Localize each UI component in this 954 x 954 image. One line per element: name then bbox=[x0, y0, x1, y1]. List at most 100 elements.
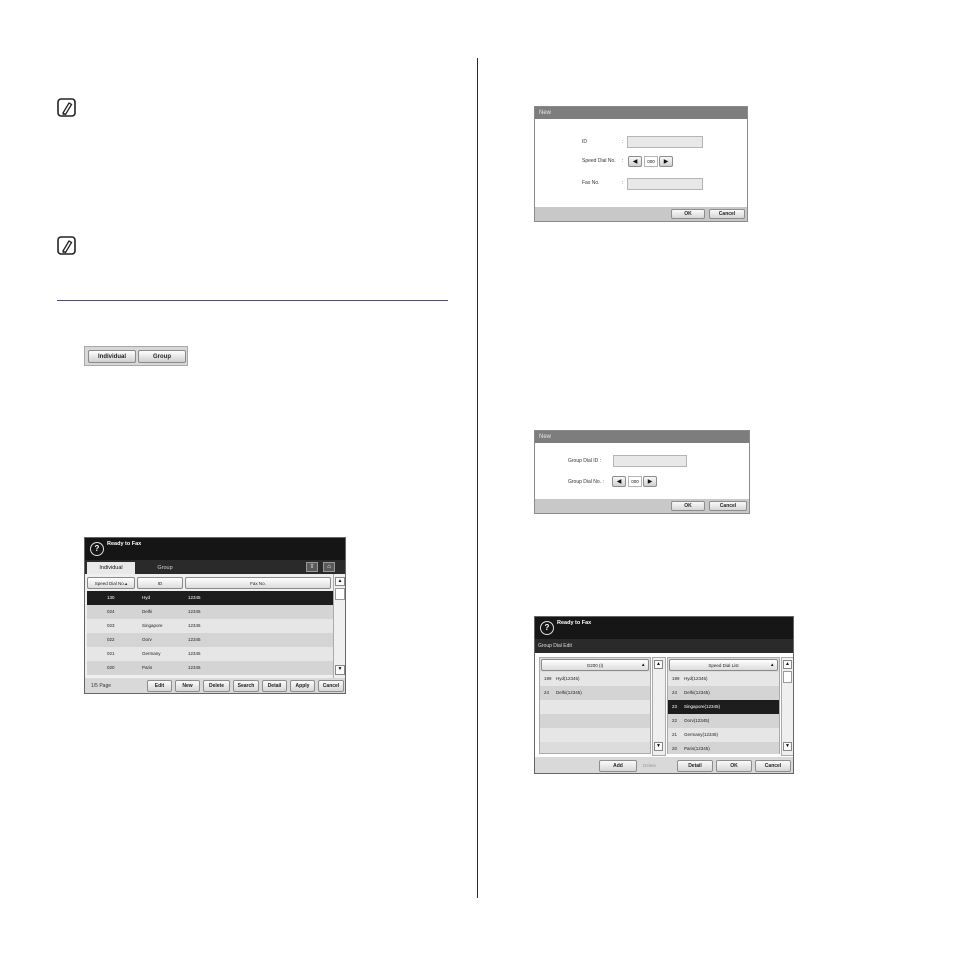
item-text: Oorv(12345) bbox=[684, 718, 710, 723]
scroll-down-icon[interactable]: ▼ bbox=[783, 742, 792, 751]
list-item[interactable]: 199 Hyd(12345) bbox=[668, 672, 779, 686]
tab-bar: Individual Group ⇧ ⌂ bbox=[85, 560, 345, 574]
item-num: 199 bbox=[672, 676, 680, 681]
item-num: 24 bbox=[672, 690, 678, 695]
item-num: 21 bbox=[672, 732, 678, 737]
right-scrollbar[interactable]: ▲ ▼ bbox=[781, 657, 793, 756]
cell-fax: 12345 bbox=[188, 595, 201, 600]
cell-id: Germany bbox=[142, 651, 161, 656]
tab-group[interactable]: Group bbox=[138, 350, 186, 363]
cancel-button[interactable]: Cancel bbox=[318, 680, 344, 692]
group-dial-no-label: Group Dial No. : bbox=[568, 479, 604, 485]
speed-dial-value[interactable]: 000 bbox=[644, 156, 658, 167]
right-list-header[interactable]: Speed Dial List bbox=[669, 659, 778, 671]
increment-button[interactable]: ▶ bbox=[659, 156, 673, 167]
list-item[interactable]: 199 Hyd(12345) bbox=[540, 672, 650, 686]
id-field[interactable] bbox=[627, 136, 703, 148]
ok-button[interactable]: OK bbox=[716, 760, 752, 772]
column-divider bbox=[477, 58, 478, 898]
list-item[interactable]: 20 Paris(12345) bbox=[668, 742, 779, 754]
scroll-up-icon[interactable]: ▲ bbox=[654, 660, 663, 669]
apply-button[interactable]: Apply bbox=[290, 680, 315, 692]
decrement-button[interactable]: ◀ bbox=[612, 476, 626, 487]
list-item[interactable] bbox=[540, 714, 650, 728]
table-row[interactable]: 022 Oorv 12345 bbox=[87, 633, 333, 647]
table-row[interactable]: 130 Hyd 12345 bbox=[87, 591, 333, 605]
list-item[interactable]: 21 Germany(12345) bbox=[668, 728, 779, 742]
left-list-header[interactable]: G200 (I) bbox=[541, 659, 649, 671]
item-text: Hyd(12345) bbox=[684, 676, 708, 681]
screen-title: Ready to Fax bbox=[557, 620, 592, 626]
col-speed-dial[interactable]: Speed Dial No.▴ bbox=[87, 577, 135, 589]
home-icon[interactable]: ⌂ bbox=[323, 562, 335, 572]
help-icon[interactable]: ? bbox=[540, 621, 554, 635]
col-id[interactable]: ID bbox=[137, 577, 183, 589]
delete-button[interactable]: Delete bbox=[643, 763, 656, 768]
detail-button[interactable]: Detail bbox=[262, 680, 287, 692]
list-item[interactable]: 22 Oorv(12345) bbox=[668, 714, 779, 728]
list-item[interactable]: 23 Singapore(12345) bbox=[668, 700, 779, 714]
group-member-list: G200 (I) ▲ 199 Hyd(12345) 24 Delhi(12345… bbox=[539, 657, 651, 754]
scroll-thumb[interactable] bbox=[783, 671, 792, 683]
screen-header: ? Ready to Fax bbox=[85, 538, 345, 560]
cancel-button[interactable]: Cancel bbox=[755, 760, 791, 772]
scroll-down-icon[interactable]: ▼ bbox=[654, 742, 663, 751]
cell-speed: 020 bbox=[107, 665, 115, 670]
cancel-button[interactable]: Cancel bbox=[709, 501, 747, 511]
tab-individual[interactable]: Individual bbox=[88, 350, 136, 363]
delete-button[interactable]: Delete bbox=[203, 680, 230, 692]
dialog-footer: OK Cancel bbox=[535, 207, 747, 221]
left-scrollbar[interactable]: ▲ ▼ bbox=[652, 657, 666, 756]
ok-button[interactable]: OK bbox=[671, 209, 705, 219]
cancel-button[interactable]: Cancel bbox=[709, 209, 745, 219]
dialog-title: New bbox=[535, 107, 747, 119]
item-num: 23 bbox=[672, 704, 678, 709]
export-icon[interactable]: ⇧ bbox=[306, 562, 318, 572]
tab-group[interactable]: Group bbox=[143, 562, 187, 574]
item-num: 22 bbox=[672, 718, 678, 723]
item-num: 199 bbox=[544, 676, 552, 681]
scroll-thumb[interactable] bbox=[335, 588, 345, 600]
decrement-button[interactable]: ◀ bbox=[628, 156, 642, 167]
list-item[interactable]: 24 Delhi(12345) bbox=[540, 686, 650, 700]
new-individual-dialog: New ID : Speed Dial No. : ◀ 000 ▶ Fax No… bbox=[534, 106, 748, 222]
dialog-title: New bbox=[535, 431, 749, 443]
scroll-up-icon[interactable]: ▲ bbox=[335, 577, 345, 586]
scroll-up-icon[interactable]: ▲ bbox=[783, 660, 792, 669]
increment-button[interactable]: ▶ bbox=[643, 476, 657, 487]
table-row[interactable]: 024 Delhi 12345 bbox=[87, 605, 333, 619]
cell-fax: 12345 bbox=[188, 623, 201, 628]
col-fax[interactable]: Fax No. bbox=[185, 577, 331, 589]
group-dial-no-value[interactable]: 000 bbox=[628, 476, 642, 487]
edit-button[interactable]: Edit bbox=[147, 680, 172, 692]
list-item[interactable]: 24 Delhi(12345) bbox=[668, 686, 779, 700]
cell-id: Hyd bbox=[142, 595, 151, 600]
new-button[interactable]: New bbox=[175, 680, 200, 692]
note-icon bbox=[57, 236, 76, 255]
add-button[interactable]: Add bbox=[599, 760, 637, 772]
search-button[interactable]: Search bbox=[233, 680, 259, 692]
scrollbar[interactable]: ▲ ▼ bbox=[333, 574, 345, 678]
speed-dial-list: Speed Dial List ▲ 199 Hyd(12345) 24 Delh… bbox=[667, 657, 780, 754]
table-area: Speed Dial No.▴ ID Fax No. 130 Hyd 12345… bbox=[85, 574, 333, 678]
fax-field[interactable] bbox=[627, 178, 703, 190]
list-item[interactable] bbox=[540, 728, 650, 742]
table-row[interactable]: 020 Paris 12345 bbox=[87, 661, 333, 675]
tab-individual[interactable]: Individual bbox=[87, 562, 135, 574]
cell-fax: 12345 bbox=[188, 651, 201, 656]
cell-speed: 024 bbox=[107, 609, 115, 614]
ok-button[interactable]: OK bbox=[671, 501, 705, 511]
screen-footer: Add Delete Detail OK Cancel bbox=[535, 757, 793, 773]
list-item[interactable] bbox=[540, 700, 650, 714]
table-row[interactable]: 021 Germany 12345 bbox=[87, 647, 333, 661]
scroll-down-icon[interactable]: ▼ bbox=[335, 665, 345, 675]
help-icon[interactable]: ? bbox=[90, 542, 104, 556]
detail-button[interactable]: Detail bbox=[677, 760, 713, 772]
cell-id: Singapore bbox=[142, 623, 163, 628]
subtitle: Group Dial Edit bbox=[538, 643, 572, 649]
colon: : bbox=[622, 139, 624, 145]
group-dial-id-field[interactable] bbox=[613, 455, 687, 467]
table-row[interactable]: 023 Singapore 12345 bbox=[87, 619, 333, 633]
screen-header: ? Ready to Fax Group Dial Edit bbox=[535, 617, 793, 653]
fax-label: Fax No. bbox=[582, 180, 600, 186]
